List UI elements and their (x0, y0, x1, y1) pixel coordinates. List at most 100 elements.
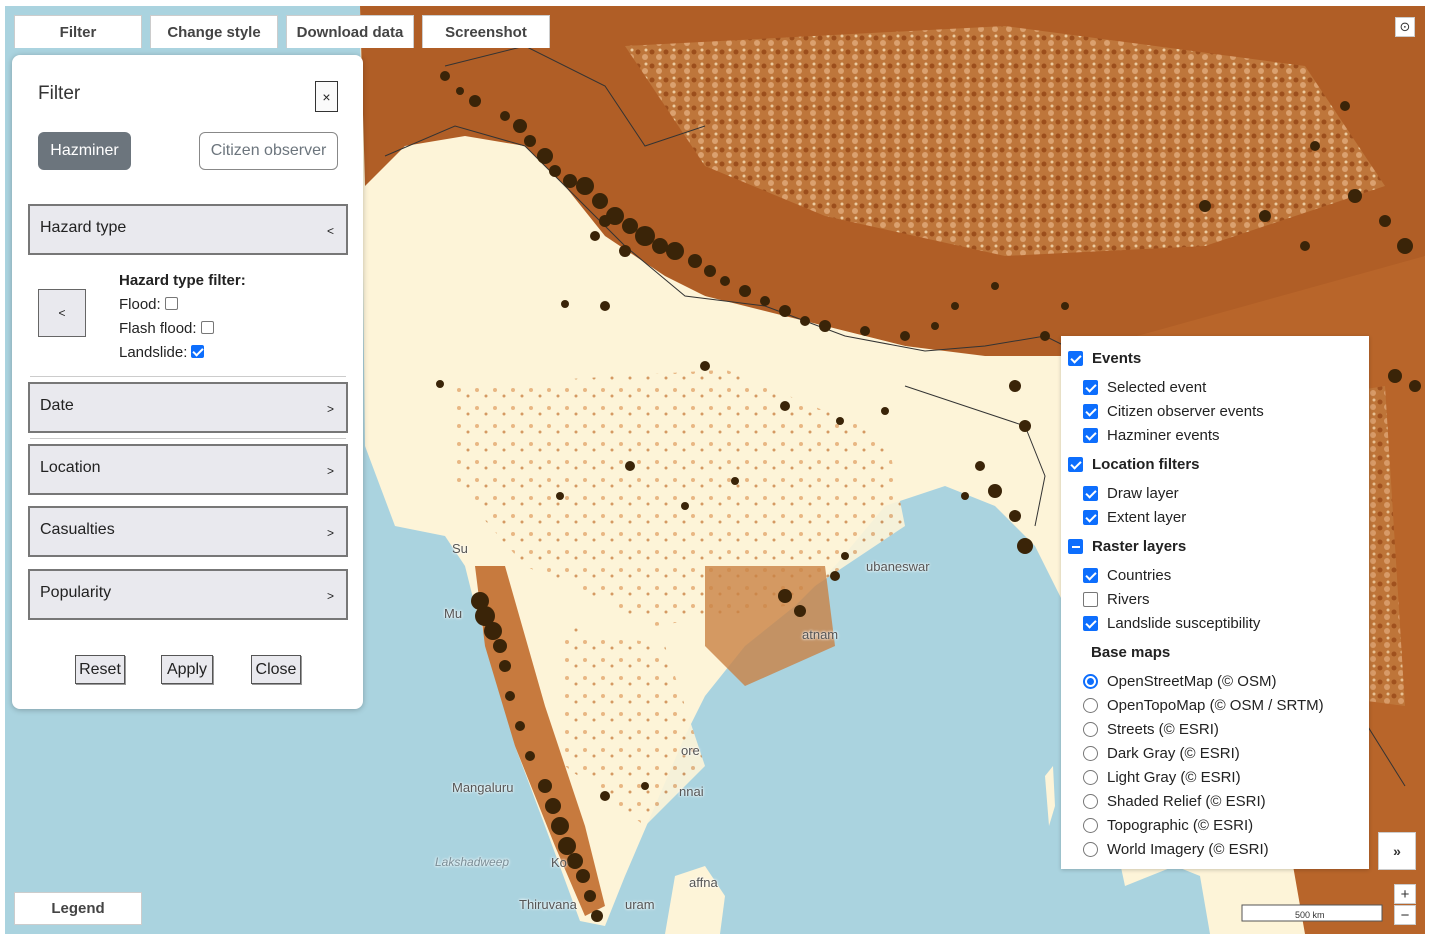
basemap-label: Topographic (© ESRI) (1107, 816, 1254, 834)
draw-layer-label: Draw layer (1107, 484, 1179, 502)
light-gray-radio[interactable] (1083, 769, 1098, 785)
countries-checkbox[interactable] (1083, 567, 1098, 583)
events-group[interactable]: Events (1068, 347, 1141, 369)
base-maps-heading: Base maps (1091, 643, 1171, 661)
hazard-collapse-button[interactable]: < (38, 289, 86, 337)
zoom-in-button[interactable]: + (1394, 884, 1416, 904)
change-style-button[interactable]: Change style (150, 15, 278, 48)
citizen-observer-tab[interactable]: Citizen observer (199, 132, 338, 170)
apply-button[interactable]: Apply (161, 655, 213, 684)
date-label: Date (40, 397, 74, 414)
layer-selected-event[interactable]: Selected event (1083, 376, 1206, 398)
basemap-light-gray[interactable]: Light Gray (© ESRI) (1083, 766, 1241, 788)
filter-panel-title: Filter (38, 83, 81, 104)
topographic-radio[interactable] (1083, 817, 1098, 833)
casualties-label: Casualties (40, 521, 115, 538)
location-label: Location (40, 459, 101, 476)
basemap-label: Streets (© ESRI) (1107, 720, 1219, 738)
raster-layers-group[interactable]: Raster layers (1068, 535, 1186, 557)
layer-switcher-panel: Events Selected event Citizen observer e… (1061, 336, 1369, 869)
raster-layers-label: Raster layers (1092, 537, 1187, 555)
landslide-susceptibility-label: Landslide susceptibility (1107, 614, 1261, 632)
divider (30, 438, 346, 439)
landslide-susceptibility-checkbox[interactable] (1083, 615, 1098, 631)
map-label-ore: ore (681, 743, 700, 758)
basemap-openstreetmap[interactable]: OpenStreetMap (© OSM) (1083, 670, 1276, 692)
layer-extent[interactable]: Extent layer (1083, 506, 1186, 528)
layer-hazminer-events[interactable]: Hazminer events (1083, 424, 1220, 446)
hazard-type-filter: Hazard type filter: Flood: Flash flood: … (119, 269, 246, 365)
date-accordion[interactable]: Date > (28, 382, 348, 433)
basemap-label: Shaded Relief (© ESRI) (1107, 792, 1266, 810)
hazard-type-filter-heading: Hazard type filter: (119, 272, 246, 289)
world-imagery-radio[interactable] (1083, 841, 1098, 857)
shaded-relief-radio[interactable] (1083, 793, 1098, 809)
map-label-ko: Ko (551, 855, 567, 870)
chevron-right-icon: > (326, 526, 334, 540)
chevron-left-icon: < (326, 224, 334, 238)
layer-landslide-susceptibility[interactable]: Landslide susceptibility (1083, 612, 1260, 634)
screenshot-button[interactable]: Screenshot (422, 15, 550, 48)
location-filters-label: Location filters (1092, 455, 1200, 473)
map-label-nai: nnai (679, 784, 704, 799)
popularity-label: Popularity (40, 584, 112, 601)
landslide-checkbox[interactable] (191, 345, 205, 358)
legend-button[interactable]: Legend (14, 892, 142, 925)
basemap-shaded-relief[interactable]: Shaded Relief (© ESRI) (1083, 790, 1266, 812)
opentopomap-radio[interactable] (1083, 697, 1098, 713)
flash-flood-label: Flash flood: (119, 320, 197, 337)
layer-rivers[interactable]: Rivers (1083, 588, 1150, 610)
filter-close-x-button[interactable]: × (315, 81, 338, 112)
draw-layer-checkbox[interactable] (1083, 485, 1098, 501)
basemap-label: Dark Gray (© ESRI) (1107, 744, 1240, 762)
raster-layers-checkbox[interactable] (1068, 538, 1083, 554)
map-label-thiruvana: Thiruvana (519, 897, 577, 912)
basemap-world-imagery[interactable]: World Imagery (© ESRI) (1083, 838, 1269, 860)
reset-button[interactable]: Reset (75, 655, 125, 684)
locate-icon[interactable]: ⊙ (1395, 17, 1415, 37)
openstreetmap-radio[interactable] (1083, 673, 1098, 689)
basemap-label: OpenStreetMap (© OSM) (1107, 672, 1277, 690)
events-label: Events (1092, 349, 1142, 367)
dark-gray-radio[interactable] (1083, 745, 1098, 761)
hazard-type-accordion[interactable]: Hazard type < (28, 204, 348, 255)
map-label-bhubaneswar: ubaneswar (866, 559, 930, 574)
zoom-out-button[interactable]: − (1394, 905, 1416, 925)
basemap-topographic[interactable]: Topographic (© ESRI) (1083, 814, 1253, 836)
location-filters-checkbox[interactable] (1068, 456, 1083, 472)
casualties-accordion[interactable]: Casualties > (28, 506, 348, 557)
hazminer-tab[interactable]: Hazminer (38, 132, 131, 170)
events-checkbox[interactable] (1068, 350, 1083, 366)
layer-draw[interactable]: Draw layer (1083, 482, 1179, 504)
expand-panel-button[interactable]: » (1378, 832, 1416, 870)
citizen-observer-events-checkbox[interactable] (1083, 403, 1098, 419)
location-accordion[interactable]: Location > (28, 444, 348, 495)
citizen-observer-events-label: Citizen observer events (1107, 402, 1264, 420)
basemap-opentopomap[interactable]: OpenTopoMap (© OSM / SRTM) (1083, 694, 1324, 716)
selected-event-checkbox[interactable] (1083, 379, 1098, 395)
popularity-accordion[interactable]: Popularity > (28, 569, 348, 620)
filter-tab-button[interactable]: Filter (14, 15, 142, 48)
rivers-checkbox[interactable] (1083, 591, 1098, 607)
chevron-right-icon: > (326, 464, 334, 478)
countries-label: Countries (1107, 566, 1172, 584)
selected-event-label: Selected event (1107, 378, 1207, 396)
flash-flood-checkbox[interactable] (200, 321, 214, 334)
extent-layer-checkbox[interactable] (1083, 509, 1098, 525)
basemap-label: Light Gray (© ESRI) (1107, 768, 1241, 786)
hazminer-events-label: Hazminer events (1107, 426, 1220, 444)
hazminer-events-checkbox[interactable] (1083, 427, 1098, 443)
hazard-type-label: Hazard type (40, 219, 127, 236)
flood-checkbox[interactable] (164, 297, 178, 310)
streets-radio[interactable] (1083, 721, 1098, 737)
landslide-label: Landslide: (119, 344, 188, 361)
basemap-streets[interactable]: Streets (© ESRI) (1083, 718, 1219, 740)
layer-countries[interactable]: Countries (1083, 564, 1171, 586)
layer-citizen-observer-events[interactable]: Citizen observer events (1083, 400, 1264, 422)
location-filters-group[interactable]: Location filters (1068, 453, 1200, 475)
close-button[interactable]: Close (251, 655, 301, 684)
download-data-button[interactable]: Download data (286, 15, 414, 48)
map-label-uram: uram (625, 897, 655, 912)
map-label-affna: affna (689, 875, 718, 890)
basemap-dark-gray[interactable]: Dark Gray (© ESRI) (1083, 742, 1240, 764)
